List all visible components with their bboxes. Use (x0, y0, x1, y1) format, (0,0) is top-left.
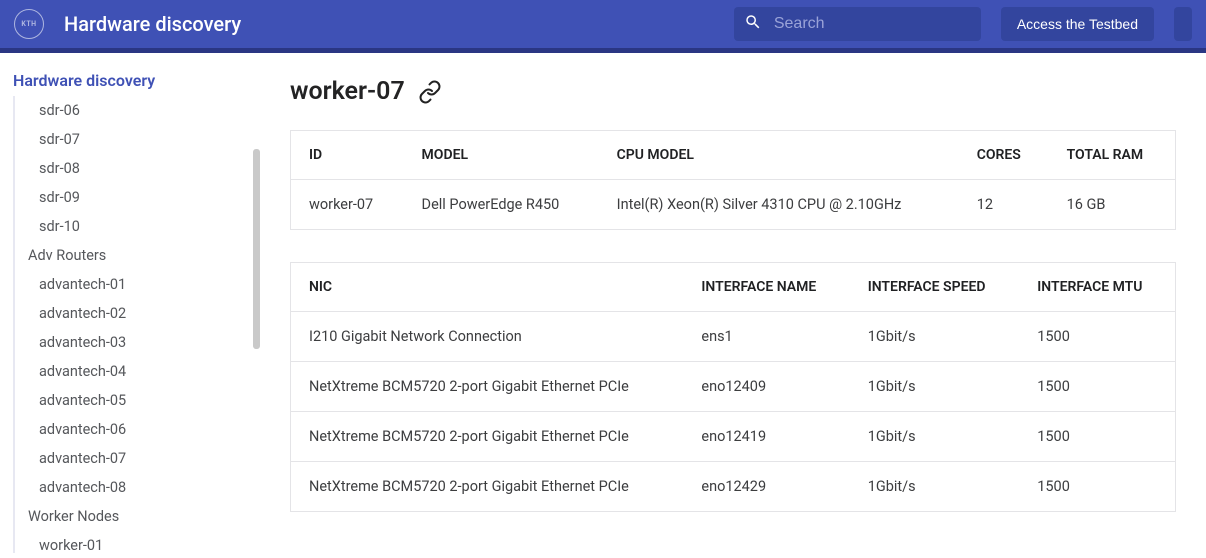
summary-th-id: ID (291, 131, 404, 180)
sidebar-item-sdr-08[interactable]: sdr-08 (39, 154, 260, 183)
sidebar-item-advantech-08[interactable]: advantech-08 (39, 473, 260, 502)
permalink-icon[interactable] (417, 79, 443, 105)
sidebar-item-advantech-06[interactable]: advantech-06 (39, 415, 260, 444)
nic-ifmtu: 1500 (1019, 312, 1175, 362)
summary-ram: 16 GB (1049, 180, 1176, 230)
summary-id: worker-07 (291, 180, 404, 230)
logo: KTH (14, 9, 44, 39)
nic-ifmtu: 1500 (1019, 462, 1175, 512)
sidebar-item-sdr-10[interactable]: sdr-10 (39, 212, 260, 241)
sidebar-item-advantech-02[interactable]: advantech-02 (39, 299, 260, 328)
nic-ifname: eno12419 (683, 412, 849, 462)
nic-nic: NetXtreme BCM5720 2-port Gigabit Etherne… (291, 362, 684, 412)
sidebar-item-advantech-01[interactable]: advantech-01 (39, 270, 260, 299)
nic-th-nic: NIC (291, 263, 684, 312)
nic-ifname: ens1 (683, 312, 849, 362)
sidebar-item-sdr-07[interactable]: sdr-07 (39, 125, 260, 154)
sidebar-item-advantech-03[interactable]: advantech-03 (39, 328, 260, 357)
nav-tree: sdr-06 sdr-07 sdr-08 sdr-09 sdr-10 Adv R… (13, 96, 260, 553)
nic-ifmtu: 1500 (1019, 412, 1175, 462)
page-title: worker-07 (290, 77, 405, 106)
main-content: worker-07 ID MODEL CPU MODEL CORES TOTAL… (260, 53, 1206, 553)
app-title: Hardware discovery (64, 12, 714, 36)
nic-ifspeed: 1Gbit/s (850, 312, 1020, 362)
sidebar-item-worker-01[interactable]: worker-01 (39, 531, 260, 553)
summary-table: ID MODEL CPU MODEL CORES TOTAL RAM worke… (290, 130, 1176, 230)
logo-text: KTH (21, 20, 36, 28)
sidebar-item-advantech-07[interactable]: advantech-07 (39, 444, 260, 473)
nic-ifmtu: 1500 (1019, 362, 1175, 412)
sidebar-item-advantech-04[interactable]: advantech-04 (39, 357, 260, 386)
summary-cpu: Intel(R) Xeon(R) Silver 4310 CPU @ 2.10G… (599, 180, 959, 230)
summary-th-cores: CORES (959, 131, 1049, 180)
nic-ifspeed: 1Gbit/s (850, 462, 1020, 512)
sidebar: Hardware discovery sdr-06 sdr-07 sdr-08 … (0, 53, 260, 553)
sidebar-item-sdr-09[interactable]: sdr-09 (39, 183, 260, 212)
search-box[interactable] (734, 7, 981, 41)
summary-th-cpu: CPU MODEL (599, 131, 959, 180)
sidebar-item-sdr-06[interactable]: sdr-06 (39, 96, 260, 125)
summary-row: worker-07 Dell PowerEdge R450 Intel(R) X… (291, 180, 1176, 230)
nic-th-ifspeed: INTERFACE SPEED (850, 263, 1020, 312)
nic-ifname: eno12409 (683, 362, 849, 412)
sidebar-item-advantech-05[interactable]: advantech-05 (39, 386, 260, 415)
app-header: KTH Hardware discovery Access the Testbe… (0, 0, 1206, 53)
summary-th-model: MODEL (404, 131, 599, 180)
nic-row: I210 Gigabit Network Connection ens1 1Gb… (291, 312, 1176, 362)
summary-th-ram: TOTAL RAM (1049, 131, 1176, 180)
nic-ifname: eno12429 (683, 462, 849, 512)
summary-model: Dell PowerEdge R450 (404, 180, 599, 230)
nic-ifspeed: 1Gbit/s (850, 412, 1020, 462)
nic-nic: I210 Gigabit Network Connection (291, 312, 684, 362)
nic-row: NetXtreme BCM5720 2-port Gigabit Etherne… (291, 362, 1176, 412)
summary-cores: 12 (959, 180, 1049, 230)
search-icon (744, 13, 762, 35)
nic-th-ifname: INTERFACE NAME (683, 263, 849, 312)
nic-ifspeed: 1Gbit/s (850, 362, 1020, 412)
access-testbed-button[interactable]: Access the Testbed (1001, 7, 1154, 41)
nic-row: NetXtreme BCM5720 2-port Gigabit Etherne… (291, 412, 1176, 462)
header-extra-button[interactable] (1174, 7, 1192, 41)
sidebar-scrollbar-thumb[interactable] (253, 149, 260, 349)
nic-row: NetXtreme BCM5720 2-port Gigabit Etherne… (291, 462, 1176, 512)
sidebar-group-worker-nodes[interactable]: Worker Nodes (28, 502, 260, 531)
sidebar-group-adv-routers[interactable]: Adv Routers (28, 241, 260, 270)
sidebar-scrollbar-track[interactable] (253, 53, 260, 553)
page-title-row: worker-07 (290, 77, 1176, 106)
nic-table: NIC INTERFACE NAME INTERFACE SPEED INTER… (290, 262, 1176, 512)
search-input[interactable] (774, 15, 971, 33)
sidebar-heading[interactable]: Hardware discovery (13, 71, 260, 90)
nic-nic: NetXtreme BCM5720 2-port Gigabit Etherne… (291, 462, 684, 512)
nic-th-ifmtu: INTERFACE MTU (1019, 263, 1175, 312)
nic-nic: NetXtreme BCM5720 2-port Gigabit Etherne… (291, 412, 684, 462)
